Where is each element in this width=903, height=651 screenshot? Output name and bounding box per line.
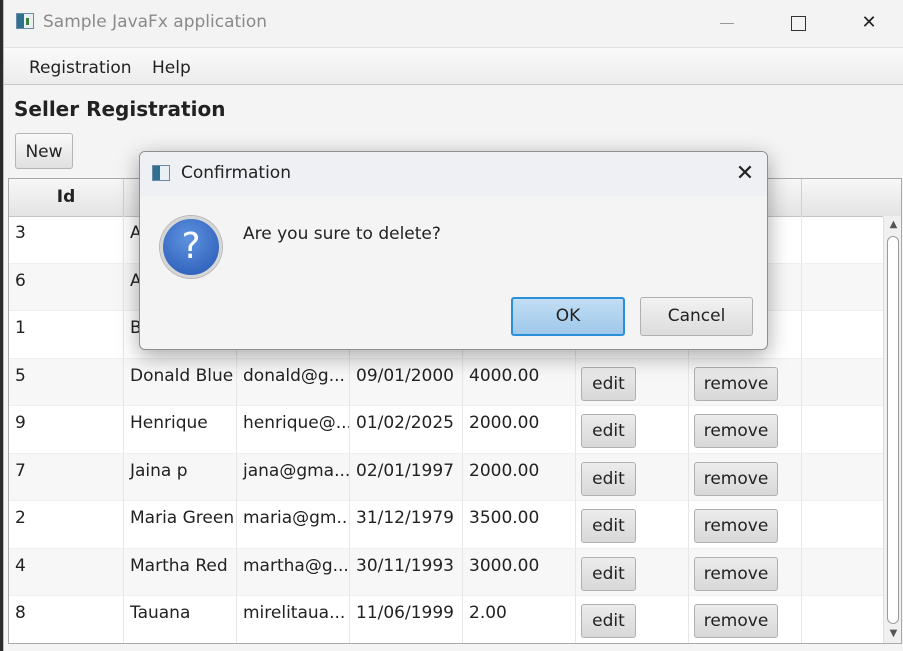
menu-registration[interactable]: Registration [29,58,132,78]
edit-button[interactable]: edit [581,556,636,591]
menu-help[interactable]: Help [152,58,191,78]
cell-edit: edit [576,453,689,501]
cell-edit: edit [576,596,689,643]
remove-button[interactable]: remove [694,461,778,496]
cell-edit: edit [576,358,689,406]
cell-salary: 2.00 [463,596,576,643]
cell-remove: remove [689,501,802,548]
table-row[interactable]: 8 Tauana mirelitaua... 11/06/1999 2.00 e… [9,596,885,643]
ok-button[interactable]: OK [511,297,625,336]
remove-button[interactable]: remove [694,414,778,448]
cell-salary: 2000.00 [463,406,576,453]
cell-name: Donald Blue [124,358,237,406]
cell-id: 2 [9,501,124,548]
cell-id: 3 [9,216,124,263]
remove-button[interactable]: remove [694,509,778,543]
close-icon[interactable]: ✕ [730,158,760,190]
edit-button[interactable]: edit [581,366,636,401]
scroll-up-arrow-icon[interactable]: ▲ [884,216,901,234]
cell-email: martha@g... [237,548,350,596]
cell-remove: remove [689,548,802,596]
cell-edit: edit [576,501,689,548]
cancel-button[interactable]: Cancel [640,297,753,336]
cell-edit: edit [576,406,689,453]
maximize-button[interactable] [775,6,821,40]
cell-id: 5 [9,358,124,406]
table-row[interactable]: 2 Maria Green maria@gm... 31/12/1979 350… [9,501,885,549]
cell-salary: 3500.00 [463,501,576,548]
cell-salary: 3000.00 [463,548,576,596]
cell-name: Martha Red [124,548,237,596]
table-row[interactable]: 4 Martha Red martha@g... 30/11/1993 3000… [9,548,885,596]
cell-salary: 4000.00 [463,358,576,406]
menu-bar: Registration Help [4,48,903,85]
edit-button[interactable]: edit [581,461,636,496]
dialog-title-bar: Confirmation ✕ [140,152,767,196]
cell-email: mirelitaua... [237,596,350,643]
cell-name: Henrique [124,406,237,453]
cell-birth-date: 30/11/1993 [350,548,463,596]
cell-name: Jaina p [124,453,237,501]
cell-email: maria@gm... [237,501,350,548]
cell-birth-date: 09/01/2000 [350,358,463,406]
table-row[interactable]: 5 Donald Blue donald@g... 09/01/2000 400… [9,358,885,406]
scroll-down-arrow-icon[interactable]: ▼ [884,625,901,643]
remove-button[interactable]: remove [694,366,778,401]
cell-birth-date: 11/06/1999 [350,596,463,643]
cell-id: 1 [9,311,124,358]
cell-remove: remove [689,358,802,406]
cell-birth-date: 02/01/1997 [350,453,463,501]
dialog-title: Confirmation [181,163,291,183]
minimize-button[interactable] [704,6,750,40]
cell-name: Maria Green [124,501,237,548]
cell-id: 4 [9,548,124,596]
cell-id: 8 [9,596,124,643]
cell-remove: remove [689,406,802,453]
cell-id: 9 [9,406,124,453]
page-title: Seller Registration [14,97,226,121]
cell-edit: edit [576,548,689,596]
cell-id: 6 [9,263,124,311]
window-title: Sample JavaFx application [43,12,268,32]
cell-email: henrique@... [237,406,350,453]
edit-button[interactable]: edit [581,604,636,638]
cell-birth-date: 31/12/1979 [350,501,463,548]
app-icon [16,13,34,29]
table-row[interactable]: 9 Henrique henrique@... 01/02/2025 2000.… [9,406,885,454]
cell-remove: remove [689,453,802,501]
column-header-id[interactable]: Id [9,179,124,216]
scroll-thumb[interactable] [887,236,899,624]
remove-button[interactable]: remove [694,604,778,638]
cell-email: donald@g... [237,358,350,406]
cell-salary: 2000.00 [463,453,576,501]
cell-birth-date: 01/02/2025 [350,406,463,453]
confirmation-dialog: Confirmation ✕ ? Are you sure to delete?… [139,151,768,350]
column-header-filler [802,179,901,216]
cell-email: jana@gma... [237,453,350,501]
vertical-scrollbar[interactable]: ▲ ▼ [883,216,901,643]
title-bar: Sample JavaFx application ✕ [4,0,903,48]
edit-button[interactable]: edit [581,509,636,543]
edit-button[interactable]: edit [581,414,636,448]
remove-button[interactable]: remove [694,556,778,591]
cell-id: 7 [9,453,124,501]
close-button[interactable]: ✕ [846,6,892,40]
dialog-message: Are you sure to delete? [243,224,441,244]
new-button[interactable]: New [15,133,73,169]
table-row[interactable]: 7 Jaina p jana@gma... 02/01/1997 2000.00… [9,453,885,501]
cell-remove: remove [689,596,802,643]
question-icon: ? [160,216,222,278]
app-icon [152,165,170,181]
cell-name: Tauana [124,596,237,643]
